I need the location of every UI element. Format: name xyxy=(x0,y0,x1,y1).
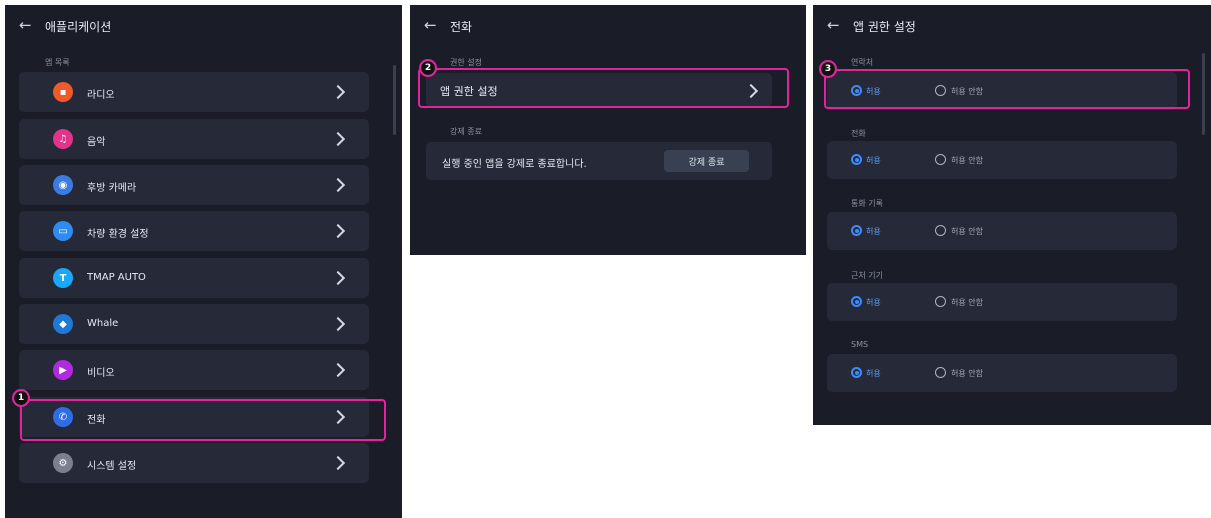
deny-radio[interactable] xyxy=(935,225,946,236)
allow-radio[interactable] xyxy=(851,225,862,236)
allow-label: 허용 xyxy=(866,298,881,307)
camera-icon: ◉ xyxy=(53,175,73,195)
deny-label: 허용 안함 xyxy=(951,369,983,378)
allow-label: 허용 xyxy=(866,227,881,236)
permission-row: 허용 허용 안함 xyxy=(827,141,1177,179)
radio-icon: ▪ xyxy=(53,82,73,102)
permission-row: 허용 허용 안함 xyxy=(827,283,1177,321)
back-arrow-icon[interactable]: ← xyxy=(424,17,437,33)
chevron-right-icon xyxy=(330,270,346,286)
permission-row: 허용 허용 안함 xyxy=(827,212,1177,250)
step-badge-1: 1 xyxy=(12,389,30,407)
step-number: 3 xyxy=(821,62,835,76)
permission-section-label: 통화 기록 xyxy=(851,199,883,208)
app-list-item-label: 비디오 xyxy=(87,368,115,379)
app-list-item-label: 시스템 설정 xyxy=(87,461,137,472)
permission-row: 허용 허용 안함 xyxy=(827,354,1177,392)
deny-label: 허용 안함 xyxy=(951,227,983,236)
highlight-box-contacts xyxy=(824,69,1190,109)
highlight-box-phone xyxy=(20,399,386,441)
permission-section-label: SMS xyxy=(851,340,869,349)
video-icon: ▶ xyxy=(53,360,73,380)
app-permission-panel: ← 앱 권한 설정 연락처 허용 허용 안함 전화 허용 허용 안함 통화 기록 허용 허용 안… xyxy=(813,5,1211,425)
music-icon: ♫ xyxy=(53,129,73,149)
section-label-permissions: 권한 설정 xyxy=(450,58,482,67)
app-list-panel: ← 애플리케이션 앱 목록 ▪ 라디오 ♫ 음악 ◉ 후방 카메라 ▭ 차량 환경 설정 T TM… xyxy=(5,5,402,518)
permission-section-label: 근처 기기 xyxy=(851,271,883,280)
app-list-item-rear-camera[interactable]: ◉ 후방 카메라 xyxy=(19,165,369,205)
app-list-item-whale[interactable]: ◆ Whale xyxy=(19,304,369,344)
app-list-item-system-settings[interactable]: ⚙ 시스템 설정 xyxy=(19,443,369,483)
chevron-right-icon xyxy=(330,362,346,378)
app-list-item-vehicle-settings[interactable]: ▭ 차량 환경 설정 xyxy=(19,211,369,251)
app-list-item-tmap-auto[interactable]: T TMAP AUTO xyxy=(19,258,369,298)
chevron-right-icon xyxy=(330,131,346,147)
chevron-right-icon xyxy=(330,316,346,332)
step-number: 2 xyxy=(421,61,435,75)
gear-icon: ⚙ xyxy=(53,453,73,473)
force-stop-description: 실행 중인 앱을 강제로 종료합니다. xyxy=(442,159,587,170)
permission-section-label: 전화 xyxy=(851,129,866,138)
back-arrow-icon[interactable]: ← xyxy=(827,17,840,33)
page-title: 애플리케이션 xyxy=(45,20,112,34)
chevron-right-icon xyxy=(330,455,346,471)
section-label: 앱 목록 xyxy=(45,58,70,67)
step-badge-2: 2 xyxy=(419,59,437,77)
allow-label: 허용 xyxy=(866,369,881,378)
deny-label: 허용 안함 xyxy=(951,298,983,307)
step-badge-3: 3 xyxy=(819,60,837,78)
force-stop-button[interactable]: 강제 종료 xyxy=(664,150,749,172)
allow-label: 허용 xyxy=(866,156,881,165)
deny-radio[interactable] xyxy=(935,154,946,165)
allow-radio[interactable] xyxy=(851,367,862,378)
step-number: 1 xyxy=(14,391,28,405)
allow-radio[interactable] xyxy=(851,154,862,165)
app-list-item-label: 음악 xyxy=(87,137,106,148)
deny-radio[interactable] xyxy=(935,367,946,378)
scrollbar[interactable] xyxy=(393,65,396,135)
chevron-right-icon xyxy=(330,84,346,100)
allow-radio[interactable] xyxy=(851,296,862,307)
app-list-item-video[interactable]: ▶ 비디오 xyxy=(19,350,369,390)
deny-label: 허용 안함 xyxy=(951,156,983,165)
chevron-right-icon xyxy=(330,177,346,193)
section-label-force-stop: 강제 종료 xyxy=(450,127,482,136)
whale-icon: ◆ xyxy=(53,314,73,334)
back-arrow-icon[interactable]: ← xyxy=(19,17,32,33)
app-list-item-label: 라디오 xyxy=(87,90,115,101)
chevron-right-icon xyxy=(330,223,346,239)
permission-section-label: 연락처 xyxy=(851,58,874,67)
force-stop-row: 실행 중인 앱을 강제로 종료합니다. 강제 종료 xyxy=(426,142,772,180)
page-title: 전화 xyxy=(450,20,473,34)
deny-radio[interactable] xyxy=(935,296,946,307)
app-list-item-label: 차량 환경 설정 xyxy=(87,229,149,240)
page-title: 앱 권한 설정 xyxy=(853,20,916,34)
scrollbar[interactable] xyxy=(1202,53,1205,135)
app-list-item-label: Whale xyxy=(87,318,119,329)
app-list-item-radio[interactable]: ▪ 라디오 xyxy=(19,72,369,112)
app-list-item-music[interactable]: ♫ 음악 xyxy=(19,119,369,159)
tmap-icon: T xyxy=(53,268,73,288)
app-list-item-label: 후방 카메라 xyxy=(87,183,137,194)
highlight-box-app-permission xyxy=(418,68,789,108)
phone-app-panel: ← 전화 권한 설정 앱 권한 설정 강제 종료 실행 중인 앱을 강제로 종료… xyxy=(410,5,806,255)
app-list-item-label: TMAP AUTO xyxy=(87,272,146,283)
car-icon: ▭ xyxy=(53,221,73,241)
